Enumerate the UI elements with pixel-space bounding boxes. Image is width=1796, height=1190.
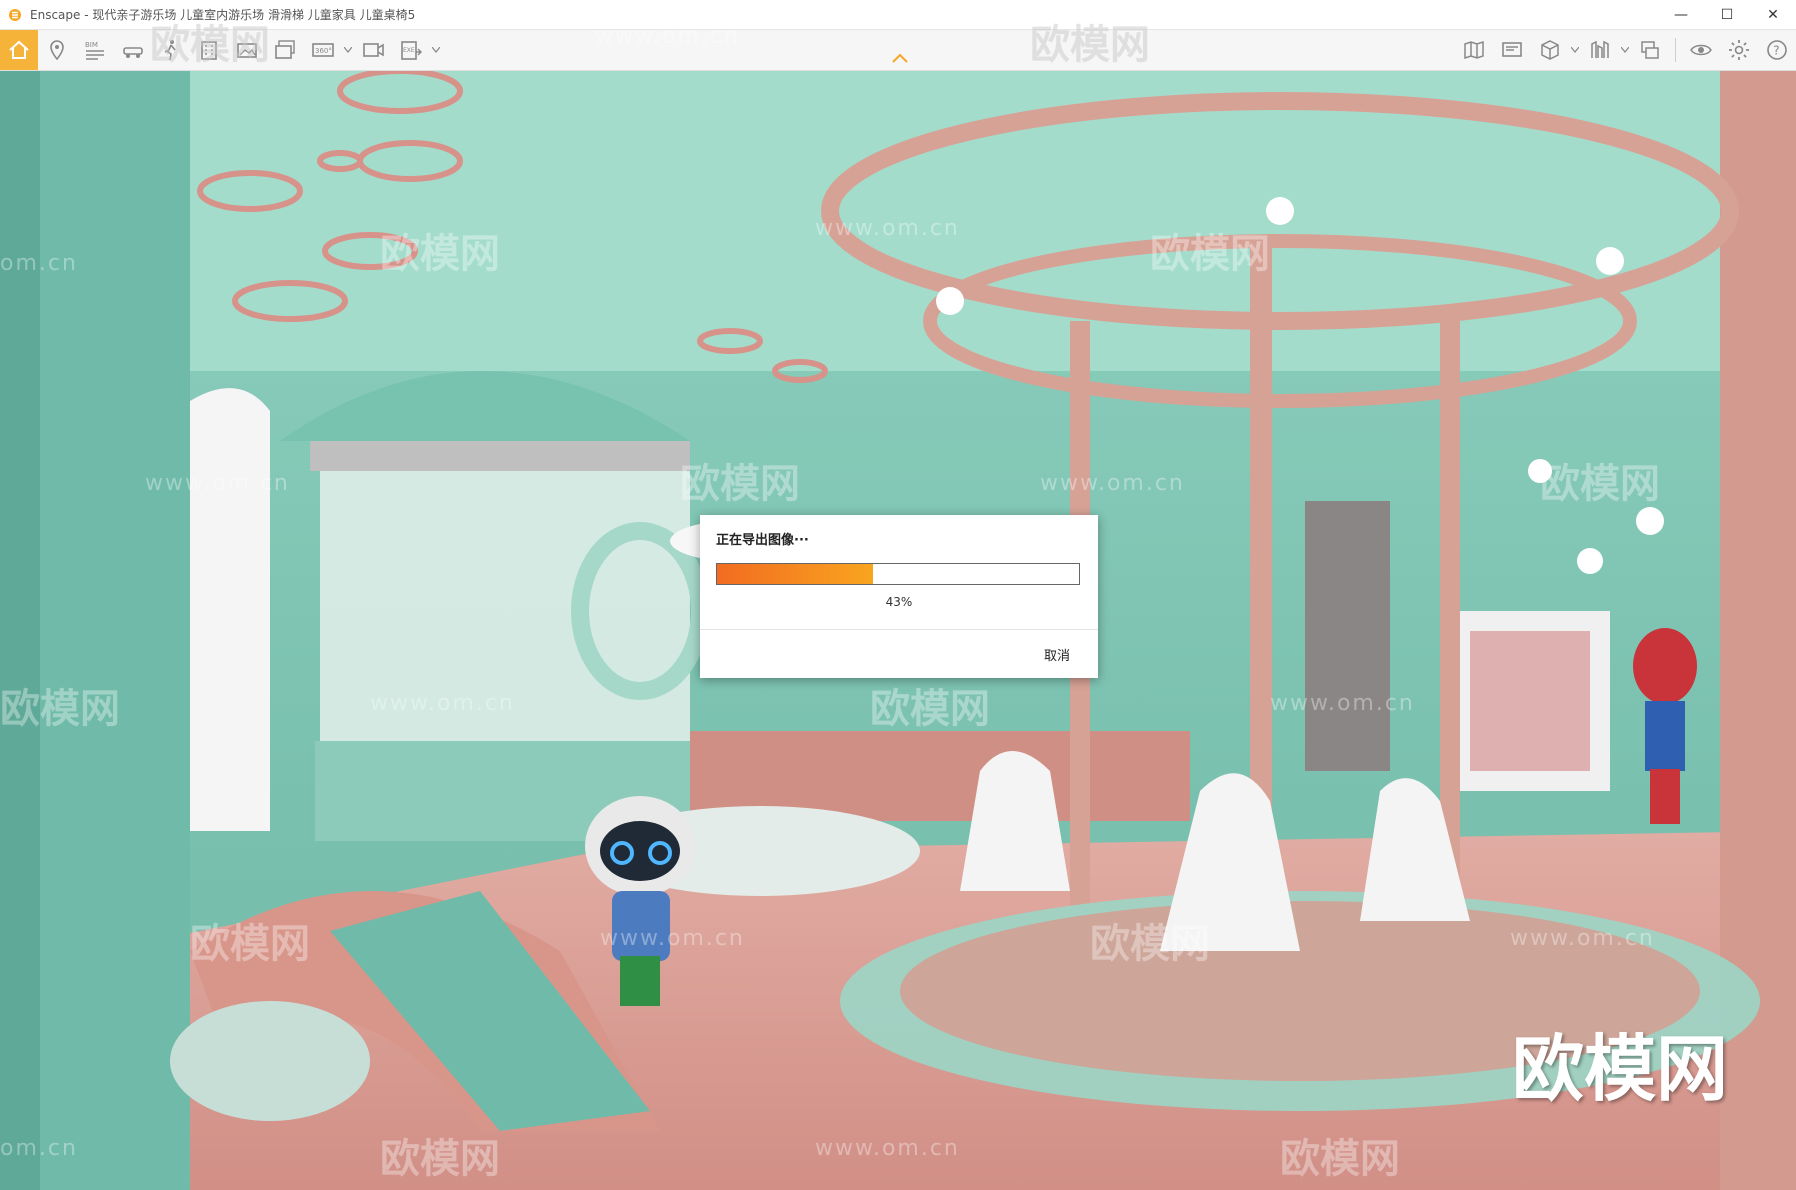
vending-machine-window: [1470, 631, 1590, 771]
building-button[interactable]: [190, 30, 228, 70]
location-button[interactable]: [38, 30, 76, 70]
panorama-360-icon: 360°: [312, 43, 334, 57]
left-wall-edge: [0, 71, 40, 1190]
home-button[interactable]: [0, 30, 38, 70]
progress-percent-label: 43%: [885, 595, 913, 609]
exe-export-icon: EXE: [401, 41, 422, 60]
chevron-down-icon: [1571, 47, 1579, 53]
progress-bar-fill: [717, 564, 873, 584]
minimize-button[interactable]: —: [1658, 0, 1704, 29]
batch-render-icon: [275, 40, 295, 59]
home-icon: [9, 40, 29, 59]
progress-bar: [716, 563, 1080, 585]
close-button[interactable]: ✕: [1750, 0, 1796, 29]
bim-label: BIM: [85, 41, 98, 49]
toolbar-right-group: ?: [1455, 30, 1796, 70]
panorama-label: 360°: [315, 47, 332, 55]
panorama-dropdown-caret[interactable]: [342, 30, 354, 70]
building-icon: [201, 41, 217, 60]
walk-mode-button[interactable]: [152, 30, 190, 70]
chevron-down-icon: [344, 47, 352, 53]
net-cage: [320, 471, 690, 741]
visibility-button[interactable]: [1682, 30, 1720, 70]
video-export-button[interactable]: [354, 30, 392, 70]
vehicle-icon: [123, 47, 143, 58]
sync-button[interactable]: [1631, 30, 1669, 70]
left-column: [40, 71, 190, 1190]
settings-icon: [1729, 40, 1749, 60]
window-controls: — ☐ ✕: [1658, 0, 1796, 29]
exe-label: EXE: [403, 47, 415, 54]
exe-dropdown-caret[interactable]: [430, 30, 442, 70]
asset-dropdown-caret[interactable]: [1619, 30, 1631, 70]
help-icon: ?: [1767, 40, 1787, 60]
main-toolbar: BIM 360° EXE ?: [0, 30, 1796, 71]
dialog-title: 正在导出图像···: [716, 533, 809, 548]
chevron-down-icon: [1621, 47, 1629, 53]
map-button[interactable]: [1455, 30, 1493, 70]
left-window: [190, 388, 270, 831]
asset-library-icon: [1591, 40, 1609, 58]
settings-button[interactable]: [1720, 30, 1758, 70]
visibility-icon: [1690, 44, 1712, 56]
maximize-button[interactable]: ☐: [1704, 0, 1750, 29]
toolbar-left-group: BIM 360° EXE: [0, 30, 442, 70]
bim-button[interactable]: BIM: [76, 30, 114, 70]
dialog-divider: [700, 629, 1098, 630]
bim-icon: BIM: [85, 41, 104, 60]
location-pin-icon: [50, 40, 64, 61]
back-doorway: [1305, 501, 1390, 771]
collapse-toolbar-chevron-icon[interactable]: [890, 52, 910, 64]
video-export-icon: [363, 43, 384, 57]
cube-dropdown-caret[interactable]: [1569, 30, 1581, 70]
exe-export-button[interactable]: EXE: [392, 30, 430, 70]
cube-icon: [1541, 40, 1559, 60]
brand-watermark: 欧模网: [1512, 1027, 1729, 1111]
window-title: Enscape - 现代亲子游乐场 儿童室内游乐场 滑滑梯 儿童家具 儿童桌椅5: [30, 8, 416, 22]
toolbar-separator: [1675, 38, 1676, 62]
help-button[interactable]: ?: [1758, 30, 1796, 70]
cube-view-button[interactable]: [1531, 30, 1569, 70]
map-icon: [1464, 40, 1484, 60]
export-progress-dialog: 正在导出图像··· 43% 取消: [700, 515, 1098, 678]
cancel-button[interactable]: 取消: [1044, 645, 1070, 664]
image-export-icon: [237, 43, 257, 58]
person-walk-icon: [164, 40, 176, 61]
vehicle-button[interactable]: [114, 30, 152, 70]
help-label: ?: [1773, 44, 1779, 58]
sync-icon: [1641, 41, 1659, 59]
screen-button[interactable]: [1493, 30, 1531, 70]
batch-render-button[interactable]: [266, 30, 304, 70]
screen-icon: [1502, 42, 1522, 57]
chevron-down-icon: [432, 47, 440, 53]
screenshot-button[interactable]: [228, 30, 266, 70]
title-bar: Enscape - 现代亲子游乐场 儿童室内游乐场 滑滑梯 儿童家具 儿童桌椅5…: [0, 0, 1796, 30]
enscape-logo-icon: [9, 8, 21, 21]
asset-library-button[interactable]: [1581, 30, 1619, 70]
dome-net-top: [310, 441, 690, 471]
panorama-button[interactable]: 360°: [304, 30, 342, 70]
ball-pit-front: [170, 1001, 370, 1121]
